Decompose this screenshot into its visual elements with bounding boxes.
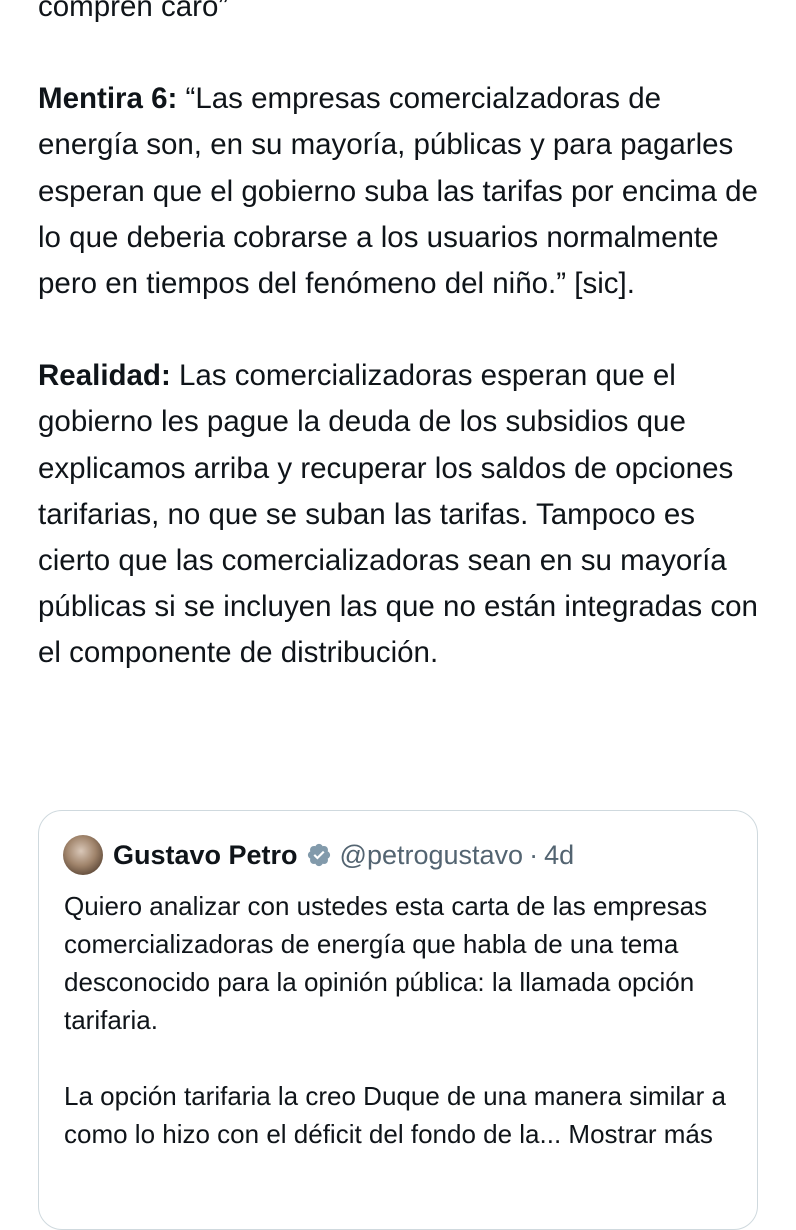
timestamp[interactable]: 4d [544,840,574,871]
avatar[interactable] [63,835,103,875]
lie-paragraph: Mentira 6: “Las empresas comercialzadora… [38,76,768,307]
tweet-top-fragment: compren caro” [38,0,229,23]
separator-dot: · [529,839,539,870]
verified-badge-icon [307,843,330,867]
author-handle[interactable]: @petrogustavo [340,840,524,871]
author-name[interactable]: Gustavo Petro [113,840,298,871]
quote-paragraph-2: La opción tarifaria la creo Duque de una… [64,1077,744,1153]
reality-label: Realidad: [38,359,171,393]
tweet-text: compren caro” Mentira 6: “Las empresas c… [38,0,768,677]
reality-text: Las comercializadoras esperan que el gob… [38,359,758,670]
reality-paragraph: Realidad: Las comercializadoras esperan … [38,353,768,676]
show-more-link[interactable]: Mostrar más [568,1119,712,1149]
quoted-tweet-header: Gustavo Petro @petrogustavo · 4d [63,835,574,875]
quote-paragraph-1: Quiero analizar con ustedes esta carta d… [64,891,708,1035]
quoted-tweet-text: Quiero analizar con ustedes esta carta d… [64,887,744,1153]
quoted-tweet-card[interactable]: Gustavo Petro @petrogustavo · 4d Quiero … [38,810,758,1230]
lie-label: Mentira 6: [38,82,178,116]
